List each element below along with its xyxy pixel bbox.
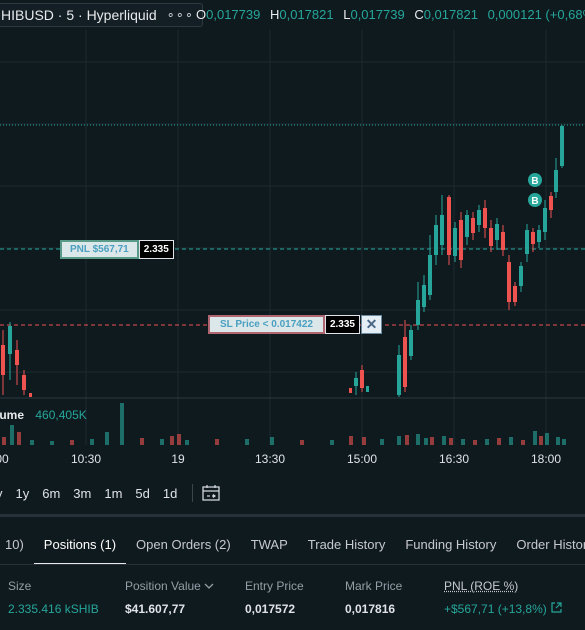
tab-funding-history[interactable]: Funding History	[395, 530, 506, 562]
timeframe-button[interactable]: y	[0, 486, 3, 501]
time-tick: 15:00	[347, 452, 377, 466]
stop-loss-line-label[interactable]: SL Price < 0.017422 2.335 ✕	[208, 316, 382, 333]
toolbar-separator	[192, 484, 193, 502]
chevron-down-icon[interactable]	[204, 579, 214, 593]
sl-tag[interactable]: SL Price < 0.017422	[208, 315, 325, 334]
buy-marker-label: B	[531, 196, 538, 207]
time-tick: 13:30	[255, 452, 285, 466]
low-value: 0,017739	[350, 7, 404, 22]
timeframe-button-5d[interactable]: 5d	[135, 486, 149, 501]
high-value: 0,017821	[279, 7, 333, 22]
volume-value: 460,405K	[35, 408, 86, 422]
tab-positions[interactable]: Positions (1)	[34, 530, 126, 562]
time-tick: 10:30	[71, 452, 101, 466]
time-tick: 19	[171, 452, 184, 466]
pnl-quantity: 2.335	[139, 240, 174, 259]
buy-markers: B B	[528, 173, 542, 207]
open-label: O	[196, 7, 206, 22]
column-header-pnl[interactable]: PNL (ROE %)	[444, 579, 518, 593]
position-value-header-label: Position Value	[125, 579, 201, 593]
close-label: C	[414, 7, 423, 22]
candles-left	[1, 322, 32, 397]
cancel-stop-loss-icon[interactable]: ✕	[361, 315, 382, 334]
volume-label: lume	[0, 408, 24, 422]
timeframe-button-3m[interactable]: 3m	[73, 486, 91, 501]
column-header-size[interactable]: Size	[8, 579, 31, 593]
pnl-line-label[interactable]: PNL $567,71 2.335	[60, 241, 174, 258]
tab-open-orders[interactable]: Open Orders (2)	[126, 530, 241, 562]
sl-quantity: 2.335	[325, 315, 360, 334]
open-value: 0,017739	[206, 7, 260, 22]
pnl-tag[interactable]: PNL $567,71	[60, 240, 139, 259]
more-options-icon[interactable]: ∘∘∘	[167, 7, 194, 23]
pnl-value: +$567,71 (+13,8%)	[444, 602, 562, 616]
buy-marker-label: B	[531, 176, 538, 187]
tab-balances[interactable]: 10)	[0, 530, 34, 562]
candlestick-chart[interactable]: B B	[0, 0, 585, 470]
column-header-entry-price[interactable]: Entry Price	[245, 579, 304, 593]
column-header-position-value[interactable]: Position Value	[125, 579, 214, 593]
high-label: H	[270, 7, 279, 22]
account-tabs: 10) Positions (1) Open Orders (2) TWAP T…	[0, 530, 585, 562]
tabs-underline	[0, 564, 585, 565]
share-external-icon[interactable]	[551, 602, 562, 616]
timeframe-button-6m[interactable]: 6m	[42, 486, 60, 501]
candles-middle	[349, 125, 564, 397]
timeframe-toolbar: y 1y 6m 3m 1m 5d 1d	[0, 476, 221, 510]
time-tick: 16:30	[439, 452, 469, 466]
price-change: 0,000121 (+0,68%)	[488, 7, 585, 22]
position-size[interactable]: 2.335.416 kSHIB	[8, 602, 99, 616]
close-value: 0,017821	[424, 7, 478, 22]
position-value: $41.607,77	[125, 602, 185, 616]
timeframe-button-1y[interactable]: 1y	[16, 486, 30, 501]
timeframe-button-1d[interactable]: 1d	[163, 486, 177, 501]
tab-order-history[interactable]: Order History	[506, 530, 585, 562]
symbol-title: HIBUSD · 5 · Hyperliquid	[1, 7, 157, 23]
column-header-mark-price[interactable]: Mark Price	[345, 579, 402, 593]
mark-price: 0,017816	[345, 602, 395, 616]
time-tick: 00	[0, 452, 9, 466]
time-axis: 00 10:30 19 13:30 15:00 16:30 18:00	[0, 452, 585, 468]
ohlc-readout: O0,017739 H0,017821 L0,017739 C0,017821 …	[196, 7, 585, 22]
tab-trade-history[interactable]: Trade History	[298, 530, 396, 562]
time-tick: 18:00	[531, 452, 561, 466]
tab-twap[interactable]: TWAP	[241, 530, 298, 562]
panel-divider[interactable]	[0, 514, 585, 517]
chart-area[interactable]: B B HIBUSD · 5 · Hyperliquid ∘∘∘ O0,0177…	[0, 0, 585, 470]
entry-price: 0,017572	[245, 602, 295, 616]
calendar-range-icon[interactable]	[201, 484, 221, 502]
volume-legend: lume 460,405K	[0, 408, 87, 422]
symbol-selector[interactable]: HIBUSD · 5 · Hyperliquid ∘∘∘	[0, 3, 203, 27]
timeframe-button-1m[interactable]: 1m	[104, 486, 122, 501]
pnl-value-text: +$567,71 (+13,8%)	[444, 602, 547, 616]
